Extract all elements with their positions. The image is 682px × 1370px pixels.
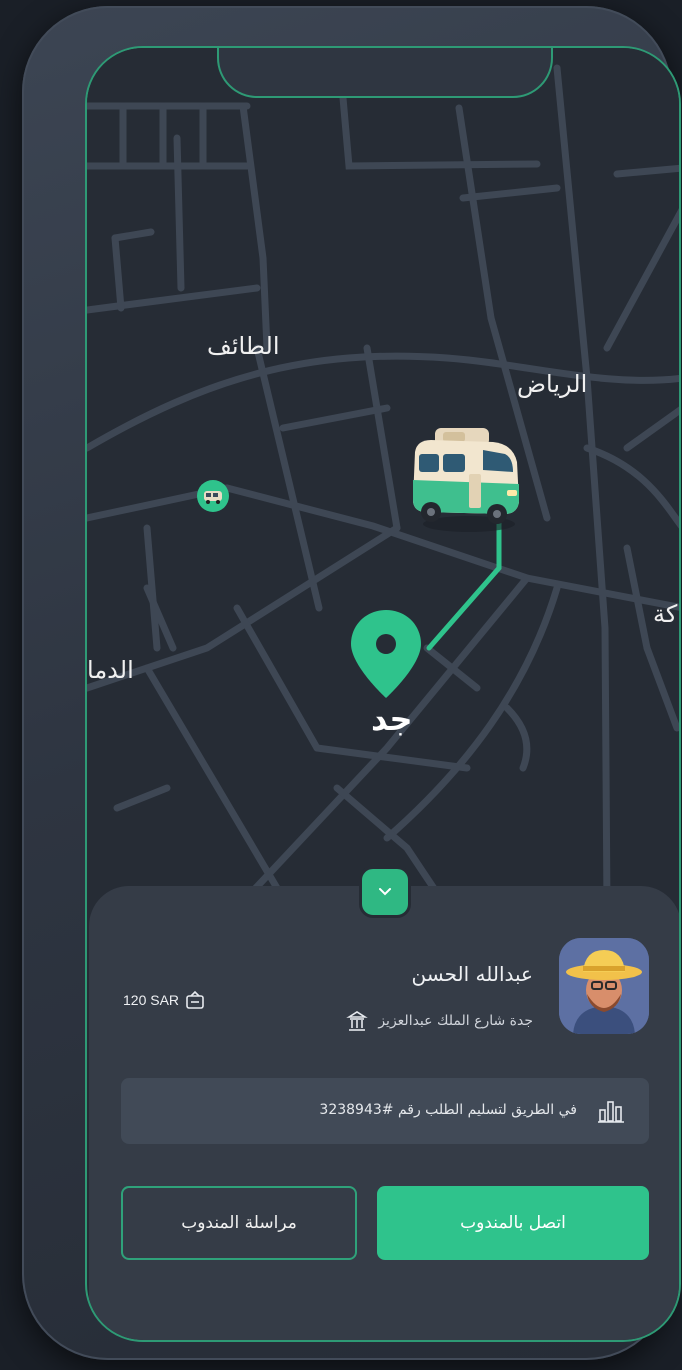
chart-icon: [598, 1101, 624, 1123]
map-view[interactable]: [87, 48, 681, 908]
chevron-down-icon: [379, 888, 391, 896]
wallet-icon: [186, 990, 204, 1009]
driver-name: عبدالله الحسن: [411, 962, 533, 986]
delivery-marker-icon[interactable]: [195, 478, 231, 514]
phone-frame: الطائف الرياض كة الدما جد عبدالله الحسن …: [22, 6, 681, 1360]
city-label-taif: الطائف: [207, 332, 280, 360]
app-screen: الطائف الرياض كة الدما جد عبدالله الحسن …: [85, 46, 681, 1342]
city-label-makkah: كة: [653, 600, 678, 628]
message-driver-button[interactable]: مراسلة المندوب: [121, 1186, 357, 1260]
avatar-illustration: [559, 938, 649, 1034]
call-driver-button[interactable]: اتصل بالمندوب: [377, 1186, 649, 1260]
driver-address-row: جدة شارع الملك عبدالعزيز: [346, 1010, 533, 1032]
city-label-jeddah: جد: [371, 700, 413, 738]
phone-notch: [217, 48, 553, 98]
collapse-sheet-button[interactable]: [359, 866, 411, 918]
price-tag: 120 SAR: [123, 990, 205, 1010]
city-label-dammam: الدما: [87, 656, 134, 684]
price-value: 120 SAR: [123, 992, 180, 1008]
order-status-text: في الطريق لتسليم الطلب رقم #3238943: [319, 1102, 577, 1118]
delivery-van-icon[interactable]: [409, 428, 523, 538]
building-icon: [346, 1011, 369, 1031]
driver-avatar[interactable]: [559, 938, 649, 1034]
order-status-bar: في الطريق لتسليم الطلب رقم #3238943: [121, 1078, 649, 1144]
driver-address: جدة شارع الملك عبدالعزيز: [378, 1013, 533, 1029]
location-pin-icon[interactable]: [349, 608, 423, 700]
city-label-riyadh: الرياض: [517, 370, 588, 398]
